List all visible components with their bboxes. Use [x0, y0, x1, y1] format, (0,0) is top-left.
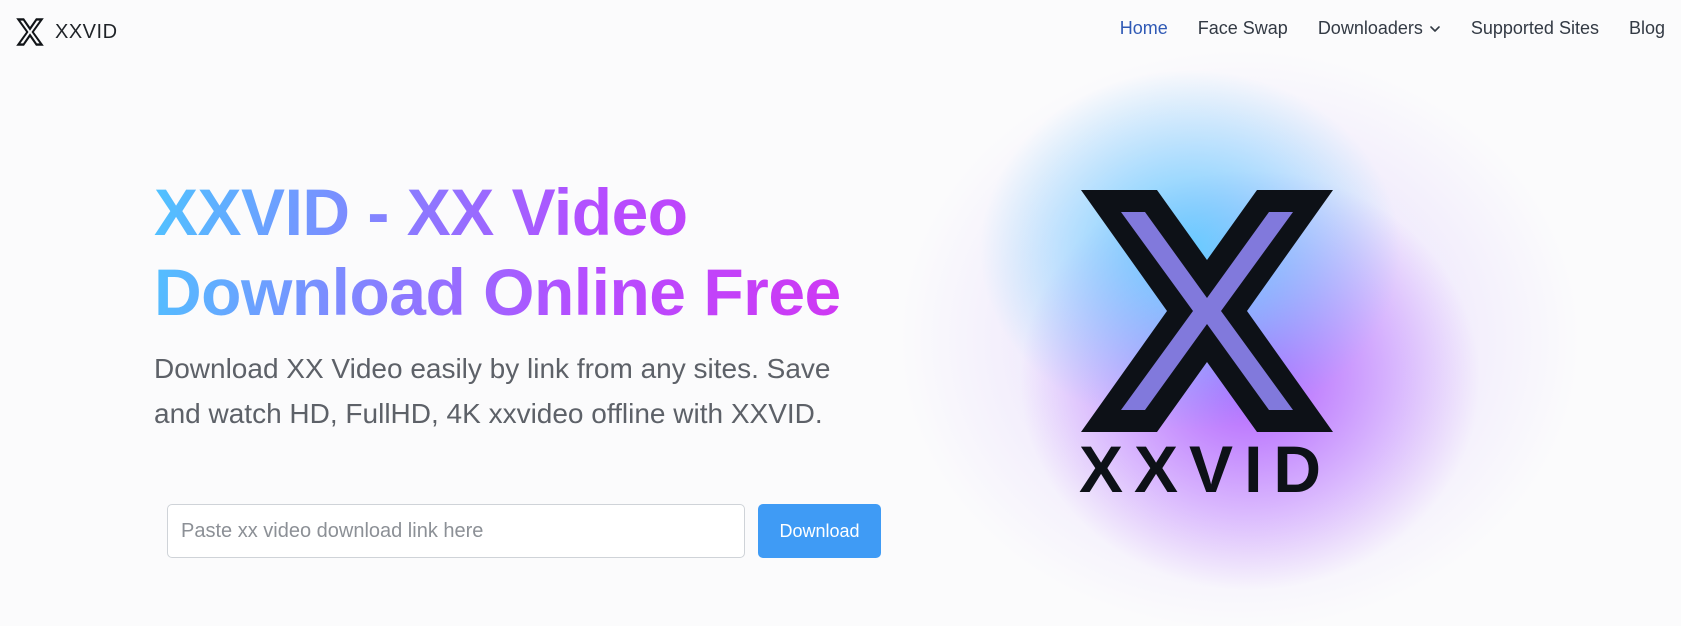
hero-subtitle: Download XX Video easily by link from an…	[154, 353, 831, 429]
hero-title-line-1: XXVID - XX Video	[154, 175, 688, 249]
nav-item-supported-sites[interactable]: Supported Sites	[1471, 18, 1599, 39]
brand-home-link[interactable]: XXVID	[15, 17, 118, 47]
hero-logo: XXVID	[1075, 186, 1335, 506]
site-header: XXVID Home Face Swap Downloaders Support…	[0, 0, 1681, 64]
nav-item-downloaders-label: Downloaders	[1317, 18, 1423, 38]
nav-item-home[interactable]: Home	[1120, 18, 1168, 39]
nav-item-face-swap[interactable]: Face Swap	[1198, 18, 1288, 39]
nav-item-blog[interactable]: Blog	[1629, 18, 1665, 39]
hero-logo-text: XXVID	[1079, 432, 1333, 506]
video-url-input[interactable]	[167, 504, 745, 558]
download-button[interactable]: Download	[758, 504, 881, 558]
page: XXVID Home Face Swap Downloaders Support…	[0, 0, 1681, 626]
x-logo-icon	[16, 18, 44, 46]
x-logo-large-icon	[1081, 190, 1333, 432]
brand-name: XXVID	[55, 20, 118, 43]
download-form: Download	[167, 504, 881, 558]
hero-title-line-2: Download Online Free	[154, 255, 841, 329]
nav-item-downloaders[interactable]: Downloaders	[1318, 18, 1441, 39]
chevron-down-icon	[1430, 25, 1440, 32]
hero-title: XXVID - XX Video Download Online Free	[154, 172, 874, 332]
main-nav: Home Face Swap Downloaders Supported Sit…	[1120, 18, 1665, 39]
